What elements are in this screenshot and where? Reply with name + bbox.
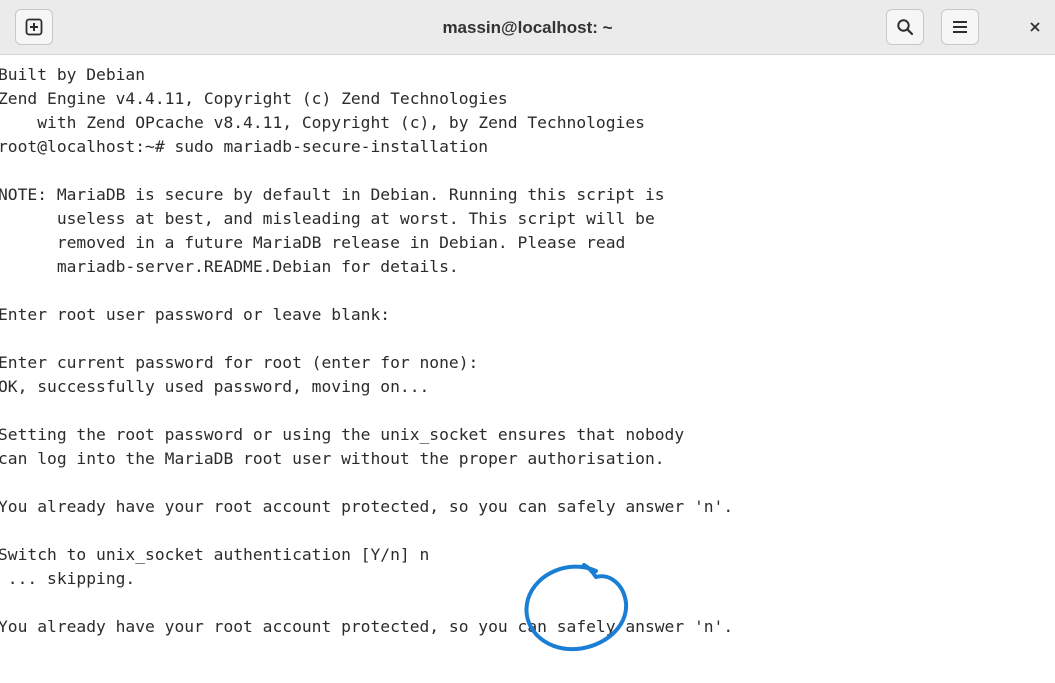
- hamburger-menu-icon: [953, 21, 967, 33]
- terminal-output[interactable]: Built by Debian Zend Engine v4.4.11, Copy…: [0, 58, 1055, 683]
- terminal-line: Built by Debian: [0, 65, 146, 84]
- terminal-line: mariadb-server.README.Debian for details…: [0, 257, 459, 276]
- terminal-line: Enter current password for root (enter f…: [0, 353, 479, 372]
- terminal-line: ... skipping.: [0, 569, 136, 588]
- search-icon: [897, 19, 914, 36]
- terminal-line: with Zend OPcache v8.4.11, Copyright (c)…: [0, 113, 645, 132]
- new-tab-button[interactable]: [15, 9, 53, 45]
- plus-in-square-icon: [25, 18, 43, 36]
- terminal-line: removed in a future MariaDB release in D…: [0, 233, 626, 252]
- terminal-window: massin@localhost: ~ Built by Debian Zend …: [0, 0, 1055, 683]
- terminal-line: OK, successfully used password, moving o…: [0, 377, 430, 396]
- terminal-line: Setting the root password or using the u…: [0, 425, 685, 444]
- terminal-line: You already have your root account prote…: [0, 497, 734, 516]
- header-bar: massin@localhost: ~: [0, 0, 1055, 55]
- terminal-line: You already have your root account prote…: [0, 617, 734, 636]
- close-icon: [1030, 22, 1040, 32]
- close-button[interactable]: [1022, 14, 1048, 40]
- terminal-line: root@localhost:~# sudo mariadb-secure-in…: [0, 137, 489, 156]
- terminal-line: useless at best, and misleading at worst…: [0, 209, 655, 228]
- terminal-line: Zend Engine v4.4.11, Copyright (c) Zend …: [0, 89, 508, 108]
- terminal-line: Enter root user password or leave blank:: [0, 305, 391, 324]
- terminal-line: NOTE: MariaDB is secure by default in De…: [0, 185, 665, 204]
- search-button[interactable]: [886, 9, 924, 45]
- terminal-line: Switch to unix_socket authentication [Y/…: [0, 545, 430, 564]
- terminal-line: can log into the MariaDB root user witho…: [0, 449, 665, 468]
- menu-button[interactable]: [941, 9, 979, 45]
